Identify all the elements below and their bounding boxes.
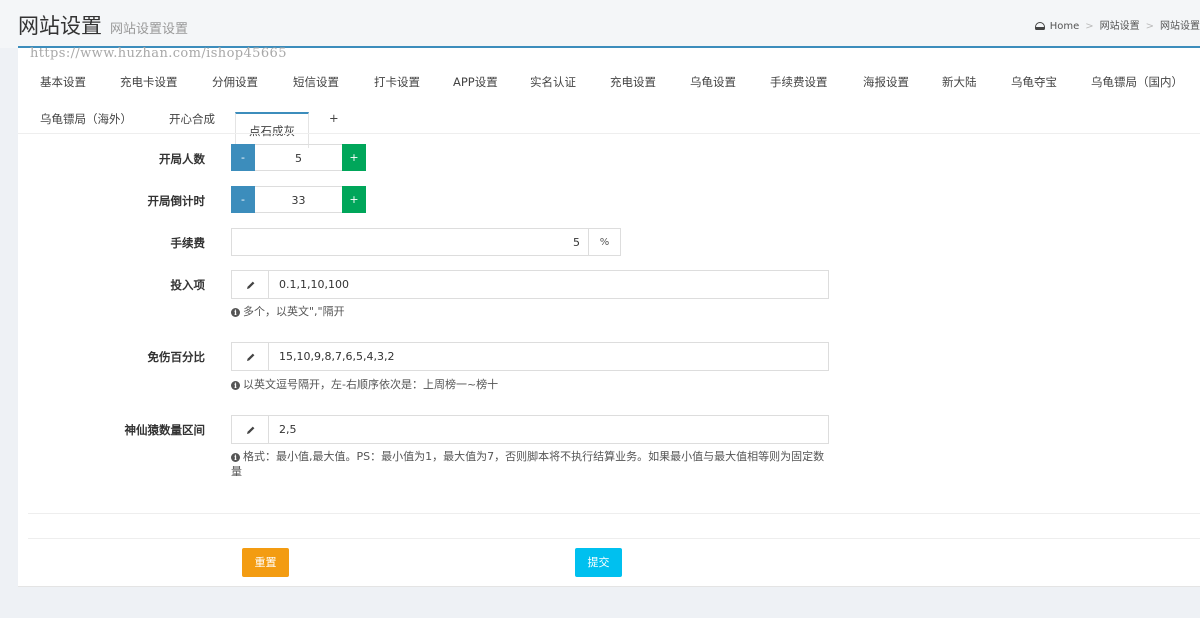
info-icon: i [231, 453, 240, 462]
page-title: 网站设置 [18, 14, 102, 38]
tab-poster[interactable]: 海报设置 [863, 74, 909, 90]
bets-help: i 多个，以英文","隔开 [231, 304, 831, 319]
dashboard-icon [1034, 22, 1045, 30]
countdown-plus-button[interactable]: + [342, 186, 366, 213]
tab-turtle-escort-domestic[interactable]: 乌龟镖局（国内） [1091, 74, 1183, 90]
tab-recharge-card[interactable]: 充电卡设置 [120, 74, 178, 90]
breadcrumb-home[interactable]: Home [1050, 21, 1080, 32]
page-subtitle: 网站设置设置 [110, 22, 189, 37]
players-plus-button[interactable]: + [342, 144, 366, 171]
tab-sms[interactable]: 短信设置 [293, 74, 339, 90]
info-icon: i [231, 308, 240, 317]
tab-stone-to-ash[interactable]: 点石成灰 [235, 112, 309, 148]
tab-turtle-escort-overseas[interactable]: 乌龟镖局（海外） [40, 111, 132, 127]
tab-checkin[interactable]: 打卡设置 [374, 74, 420, 90]
info-icon: i [231, 381, 240, 390]
players-input[interactable]: 5 [255, 144, 342, 171]
reset-button[interactable]: 重置 [242, 548, 289, 577]
tab-happy-merge[interactable]: 开心合成 [169, 111, 215, 127]
countdown-input[interactable]: 33 [255, 186, 342, 213]
pencil-icon [231, 270, 269, 299]
immunity-help: i 以英文逗号隔开，左-右顺序依次是：上周榜一~榜十 [231, 377, 831, 392]
bets-input[interactable]: 0.1,1,10,100 [268, 270, 829, 299]
fee-label: 手续费 [170, 236, 206, 250]
pencil-icon [231, 342, 269, 371]
bets-label: 投入项 [170, 278, 206, 292]
tab-commission[interactable]: 分佣设置 [212, 74, 258, 90]
watermark: https://www.huzhan.com/ishop45665 [30, 46, 287, 61]
monkey-range-input[interactable]: 2,5 [268, 415, 829, 444]
content-header: 网站设置 网站设置设置 Home > 网站设置 > 网站设置 [0, 0, 1200, 48]
pencil-icon [231, 415, 269, 444]
tab-basic[interactable]: 基本设置 [40, 74, 86, 90]
monkey-range-label: 神仙猿数量区间 [124, 423, 206, 437]
tab-realname[interactable]: 实名认证 [530, 74, 576, 90]
countdown-minus-button[interactable]: - [231, 186, 255, 213]
tab-fee[interactable]: 手续费设置 [770, 74, 828, 90]
immunity-label: 免伤百分比 [147, 350, 206, 364]
tab-app[interactable]: APP设置 [453, 74, 498, 90]
players-label: 开局人数 [159, 152, 205, 166]
monkey-range-help: i 格式：最小值,最大值。PS：最小值为1，最大值为7，否则脚本将不执行结算业务。… [231, 450, 825, 478]
players-minus-button[interactable]: - [231, 144, 255, 171]
breadcrumb-current: 网站设置 [1160, 21, 1200, 32]
breadcrumb-item[interactable]: 网站设置 [1100, 21, 1140, 32]
tab-turtle[interactable]: 乌龟设置 [690, 74, 736, 90]
fee-input[interactable]: 5 [231, 228, 589, 256]
immunity-input[interactable]: 15,10,9,8,7,6,5,4,3,2 [268, 342, 829, 371]
tab-turtle-treasure[interactable]: 乌龟夺宝 [1011, 74, 1057, 90]
tab-new-continent[interactable]: 新大陆 [942, 74, 977, 90]
breadcrumb: Home > 网站设置 > 网站设置 [1034, 17, 1200, 32]
fee-unit: % [589, 228, 621, 256]
tab-add[interactable]: + [329, 111, 339, 125]
countdown-label: 开局倒计时 [147, 194, 206, 208]
tab-charging[interactable]: 充电设置 [610, 74, 656, 90]
settings-panel: 基本设置 充电卡设置 分佣设置 短信设置 打卡设置 APP设置 实名认证 充电设… [18, 46, 1200, 587]
submit-button[interactable]: 提交 [575, 548, 622, 577]
